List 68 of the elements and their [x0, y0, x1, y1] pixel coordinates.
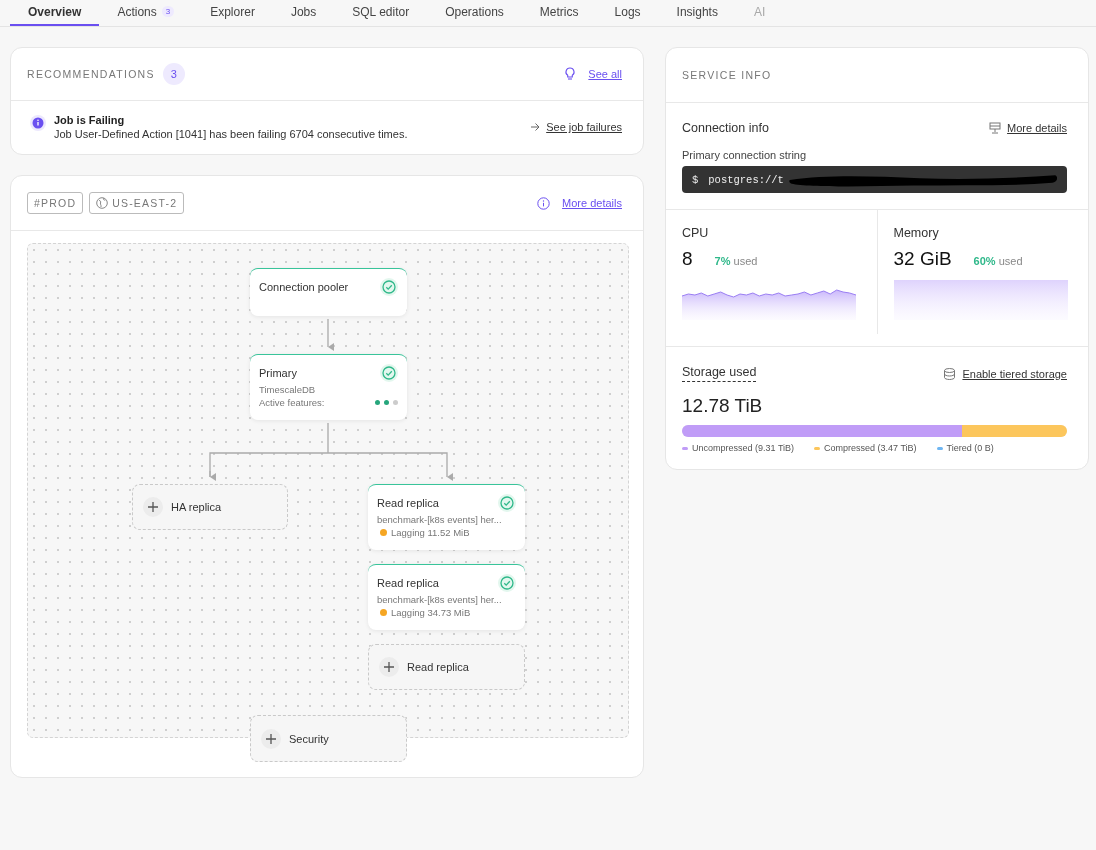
- alert-title: Job is Failing: [54, 114, 126, 126]
- tab[interactable]: Logs: [596, 0, 659, 26]
- add-node-button[interactable]: Read replica: [368, 644, 525, 690]
- resource-value: 32 GiB: [893, 248, 952, 270]
- lightbulb-icon: [564, 67, 577, 81]
- service-node[interactable]: Primary TimescaleDB Active features:: [250, 354, 407, 420]
- count-badge: 3: [161, 6, 175, 17]
- legend-label: Compressed (3.47 TiB): [824, 443, 917, 453]
- section-title: Connection info: [682, 121, 769, 135]
- alert-message: Job User-Defined Action [1041] has been failing 6704 consecutive times.: [54, 128, 408, 140]
- lag-status: Lagging 34.73 MiB: [391, 607, 471, 618]
- connector-arrow: [327, 318, 334, 351]
- section-title: SERVICE INFO: [682, 69, 772, 81]
- node-title: Read replica: [407, 661, 469, 673]
- info-icon: [30, 115, 46, 131]
- features-label: Active features:: [259, 397, 325, 408]
- prompt-symbol: $: [692, 173, 699, 186]
- info-icon: [537, 196, 551, 210]
- node-title: Primary: [259, 367, 297, 379]
- legend-label: Tiered (0 B): [946, 443, 994, 453]
- tab[interactable]: Actions 3: [99, 0, 193, 26]
- enable-tiered-storage-link[interactable]: Enable tiered storage: [962, 367, 1067, 380]
- node-title: Read replica: [377, 497, 439, 509]
- legend-label: Uncompressed (9.31 TiB): [692, 443, 795, 453]
- plus-icon: [143, 497, 163, 517]
- tab[interactable]: Insights: [658, 0, 736, 26]
- arrow-right-icon: [530, 122, 541, 132]
- tag: #PROD: [27, 192, 84, 214]
- more-details-link[interactable]: More details: [562, 197, 622, 209]
- tab[interactable]: Overview: [10, 0, 100, 26]
- service-node[interactable]: Connection pooler: [250, 268, 407, 316]
- node-title: Connection pooler: [259, 281, 349, 293]
- resource-name: Memory: [893, 226, 940, 240]
- storage-value: 12.78 TiB: [682, 395, 764, 417]
- add-node-button[interactable]: HA replica: [132, 484, 288, 530]
- section-title: RECOMMENDATIONS: [27, 68, 155, 80]
- plus-icon: [379, 657, 399, 677]
- tab[interactable]: Metrics: [521, 0, 597, 26]
- tab[interactable]: SQL editor: [334, 0, 428, 26]
- lag-status: Lagging 11.52 MiB: [391, 527, 470, 538]
- service-node[interactable]: Read replica benchmark-[k8s events] her... Lagging 34.73 MiB: [368, 564, 525, 630]
- database-icon: [943, 367, 957, 380]
- connection-string: postgres://t: [708, 173, 784, 186]
- add-node-button[interactable]: Security: [250, 715, 407, 762]
- field-label: Primary connection string: [682, 149, 808, 161]
- service-node[interactable]: Read replica benchmark-[k8s events] her... Lagging 11.52 MiB: [368, 484, 525, 550]
- globe-icon: [96, 197, 109, 209]
- tab[interactable]: Jobs: [272, 0, 335, 26]
- resource-value: 8: [682, 248, 693, 270]
- node-title: HA replica: [171, 501, 222, 513]
- plus-icon: [261, 728, 281, 749]
- resource-name: CPU: [682, 226, 710, 240]
- node-subtitle: TimescaleDB: [259, 384, 317, 395]
- tab[interactable]: Explorer: [192, 0, 273, 26]
- usage-text: 60% used: [973, 255, 1023, 267]
- node-title: Read replica: [377, 577, 439, 589]
- node-title: Security: [289, 732, 329, 745]
- section-title: Storage used: [682, 365, 757, 382]
- more-details-link[interactable]: More details: [1007, 122, 1067, 134]
- see-all-link[interactable]: See all: [588, 68, 622, 80]
- tab[interactable]: Operations: [427, 0, 522, 26]
- usage-text: 7% used: [714, 255, 758, 267]
- see-job-failures-link[interactable]: See job failures: [546, 121, 622, 133]
- node-subtitle: benchmark-[k8s events] her...: [377, 594, 503, 605]
- count-badge: 3: [162, 63, 185, 85]
- tag: US-EAST-2: [89, 192, 185, 214]
- server-icon: [989, 122, 1002, 134]
- node-subtitle: benchmark-[k8s events] her...: [377, 514, 503, 525]
